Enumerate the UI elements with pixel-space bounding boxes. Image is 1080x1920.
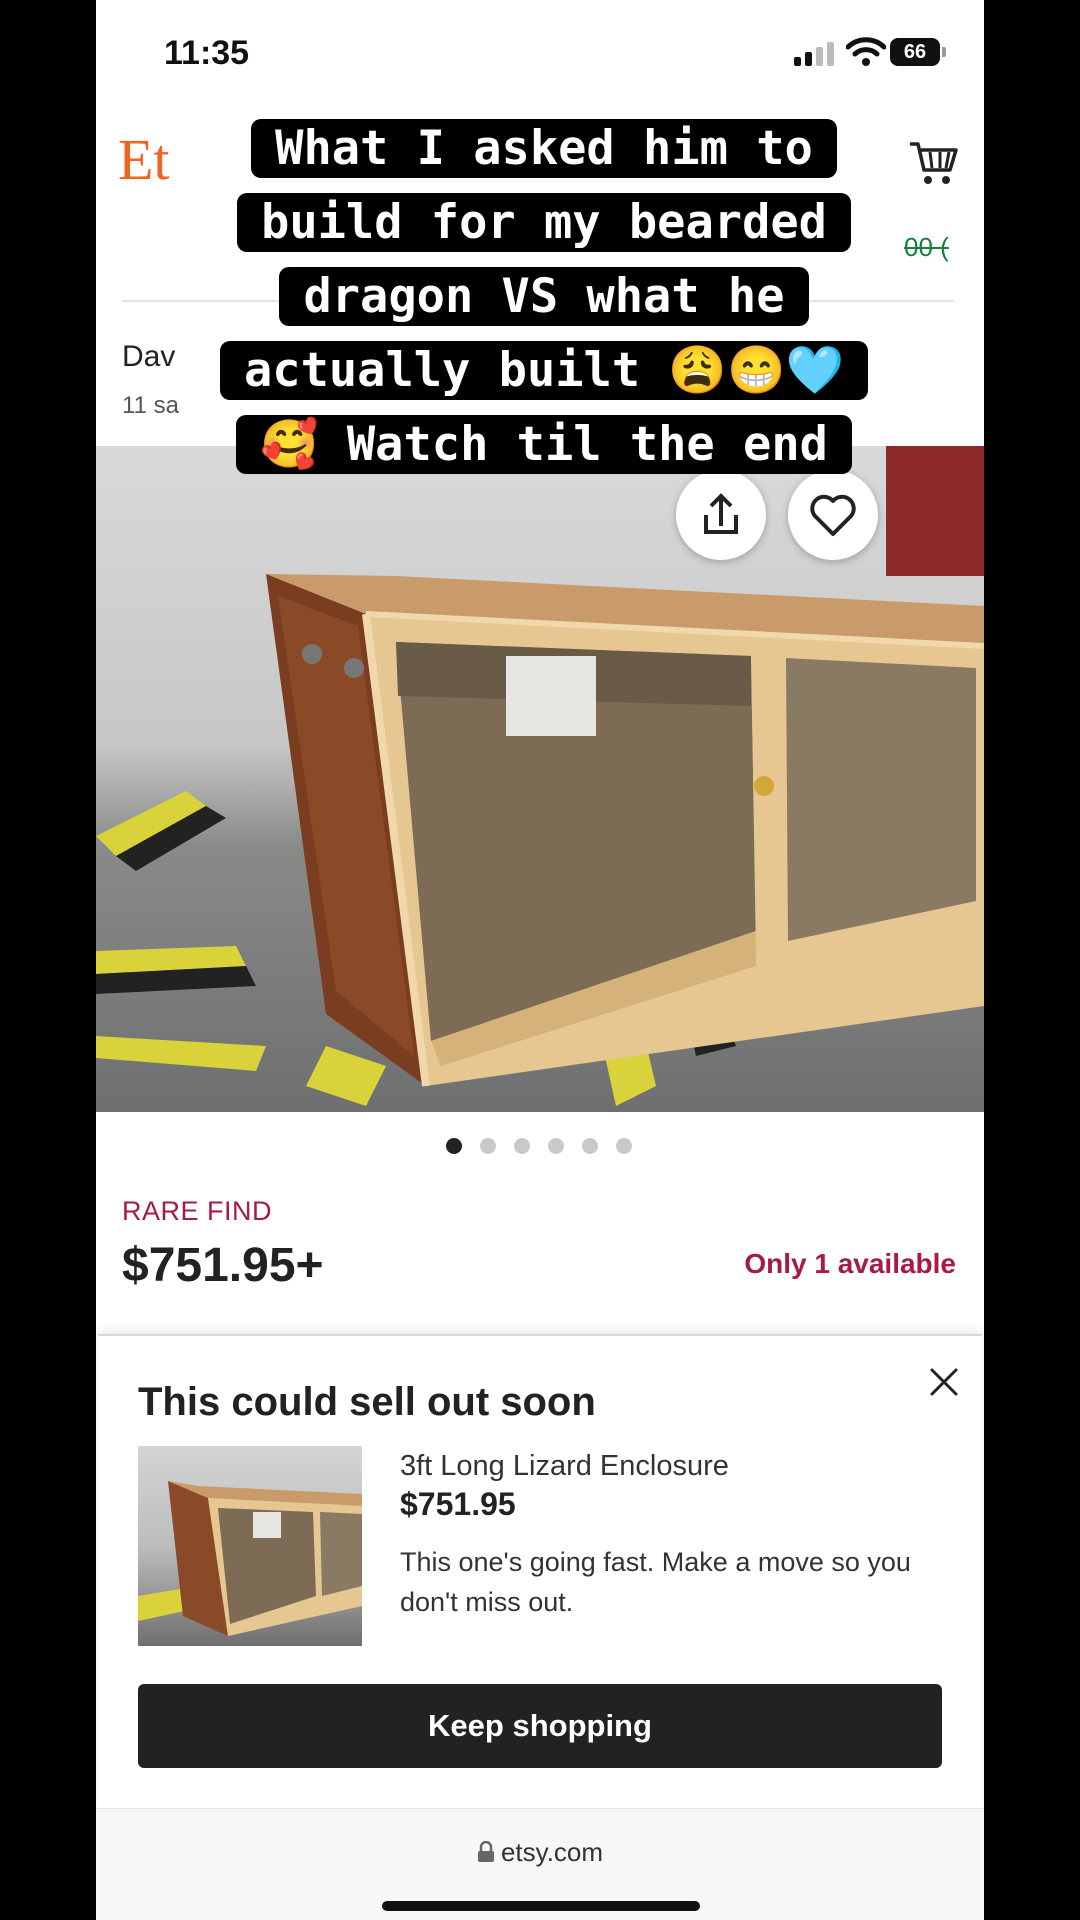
battery-indicator: 66: [890, 38, 940, 66]
status-time: 11:35: [164, 34, 250, 72]
carousel-dot[interactable]: [616, 1138, 632, 1154]
shop-sales: 11 sa: [122, 392, 179, 419]
item-name[interactable]: 3ft Long Lizard Enclosure: [400, 1450, 729, 1483]
listing-price: $751.95+: [122, 1239, 324, 1292]
carousel-dot[interactable]: [548, 1138, 564, 1154]
heart-icon: [810, 494, 856, 536]
video-caption: What I asked him to build for my bearded…: [176, 112, 912, 482]
keep-shopping-button[interactable]: Keep shopping: [138, 1684, 942, 1768]
caption-line-2: build for my bearded: [176, 186, 912, 260]
share-icon: [704, 493, 738, 534]
shop-name[interactable]: Dav: [122, 340, 175, 374]
caption-line-1: What I asked him to: [176, 112, 912, 186]
wifi-icon: [846, 37, 886, 66]
carousel-dot[interactable]: [514, 1138, 530, 1154]
caption-line-3: dragon VS what he: [176, 260, 912, 334]
caption-text: What I asked him to: [251, 119, 837, 178]
etsy-logo[interactable]: Et: [118, 126, 170, 193]
carousel-dot[interactable]: [480, 1138, 496, 1154]
caption-text: dragon VS what he: [279, 267, 809, 326]
lock-icon: [477, 1840, 494, 1862]
carousel-dot[interactable]: [446, 1138, 462, 1154]
rare-find-badge: RARE FIND: [122, 1196, 273, 1226]
close-icon[interactable]: [924, 1362, 964, 1402]
url-text: etsy.com: [500, 1837, 604, 1867]
browser-url-bar[interactable]: etsy.com: [96, 1808, 984, 1920]
share-button[interactable]: [676, 470, 766, 560]
availability-label: Only 1 available: [744, 1248, 956, 1279]
thumbnail-illustration: [138, 1481, 362, 1636]
caption-text: 🥰 Watch til the end: [236, 415, 852, 474]
battery-tip: [942, 47, 946, 57]
home-indicator[interactable]: [382, 1901, 700, 1911]
item-thumbnail[interactable]: [138, 1446, 362, 1646]
caption-line-4: actually built 😩😁🩵: [176, 334, 912, 408]
sell-out-popup: This could sell out soon 3ft Long Lizard…: [98, 1334, 982, 1808]
caption-line-5: 🥰 Watch til the end: [176, 408, 912, 482]
cart-icon[interactable]: [908, 138, 960, 186]
status-bar: 11:35 66: [96, 0, 984, 104]
caption-text: actually built 😩😁🩵: [219, 341, 868, 400]
favorite-button[interactable]: [788, 470, 878, 560]
url-display[interactable]: etsy.com: [96, 1837, 984, 1868]
signal-icon: [794, 40, 838, 66]
carousel-dots[interactable]: [446, 1138, 632, 1154]
popup-title: This could sell out soon: [138, 1380, 596, 1424]
product-photo[interactable]: [96, 446, 984, 1112]
popup-message: This one's going fast. Make a move so yo…: [400, 1547, 911, 1617]
carousel-dot[interactable]: [582, 1138, 598, 1154]
item-price: $751.95: [400, 1486, 516, 1522]
caption-text: build for my bearded: [237, 193, 851, 252]
